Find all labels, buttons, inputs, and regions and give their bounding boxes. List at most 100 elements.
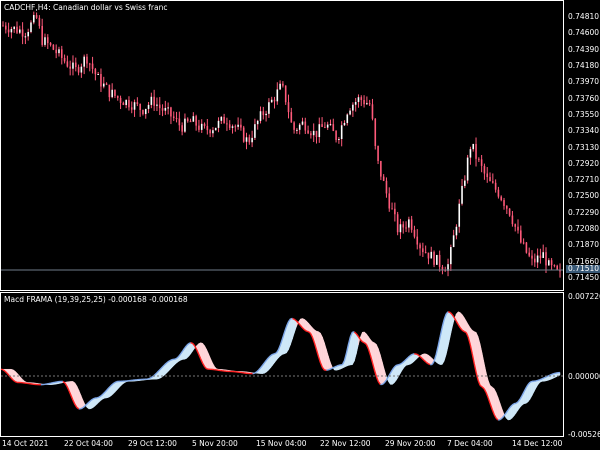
candle-body	[455, 226, 458, 236]
candle-body	[293, 122, 295, 130]
indicator-line-segment	[332, 366, 335, 369]
candle-body	[413, 229, 416, 237]
candle-body	[438, 254, 441, 267]
candle-body	[419, 244, 421, 249]
price-tick-label: 0.73970	[568, 77, 600, 87]
candle-body	[77, 67, 80, 73]
candle-body	[102, 83, 105, 87]
indicator-line-segment	[539, 378, 543, 381]
candle-body	[32, 15, 35, 23]
candle-body	[312, 130, 315, 136]
candle-body	[536, 255, 539, 263]
time-tick-label: 5 Nov 20:00	[192, 439, 238, 448]
candle-body	[304, 121, 307, 131]
candle-body	[189, 121, 192, 123]
candle-body	[422, 248, 424, 253]
candle-body	[556, 265, 559, 270]
indicator-line-segment	[447, 311, 451, 314]
candle-body	[287, 102, 290, 113]
candle-body	[259, 111, 262, 121]
candle-body	[144, 108, 147, 115]
candle-body	[156, 104, 158, 106]
indicator-line-segment	[549, 373, 553, 376]
indicator-fill	[204, 345, 207, 370]
candle-body	[550, 260, 553, 266]
candle-body	[72, 62, 74, 69]
candle-body	[60, 49, 63, 58]
candle-body	[282, 83, 284, 86]
candle-body	[408, 219, 410, 228]
candle-body	[374, 118, 377, 147]
candle-body	[203, 123, 206, 126]
price-tick-label: 0.72290	[568, 207, 600, 217]
candle-body	[416, 236, 419, 245]
terminal-chart-window	[0, 0, 600, 450]
candle-body	[307, 130, 309, 134]
indicator-line-segment	[330, 367, 333, 370]
price-tick-label: 0.72500	[568, 191, 600, 201]
candle-body	[427, 252, 430, 259]
indicator-tick-label: 0.007226	[568, 292, 600, 301]
candle-body	[122, 102, 125, 106]
candle-body	[16, 26, 18, 33]
candle-body	[91, 63, 94, 69]
candle-body	[531, 255, 533, 259]
candle-body	[284, 85, 287, 103]
candle-body	[402, 224, 405, 228]
candle-body	[119, 97, 122, 103]
candle-body	[335, 131, 337, 140]
candle-body	[301, 121, 304, 125]
candle-body	[24, 36, 27, 38]
candle-body	[324, 126, 326, 128]
candle-body	[517, 226, 519, 231]
indicator-line-segment	[543, 376, 547, 379]
candle-body	[326, 124, 329, 128]
price-tick-label: 0.72710	[568, 175, 600, 185]
indicator-line-segment	[427, 363, 431, 366]
candle-body	[178, 118, 181, 126]
candle-body	[125, 99, 127, 106]
candle-body	[332, 124, 335, 132]
indicator-line-segment	[190, 342, 193, 345]
candle-body	[489, 177, 491, 182]
candle-body	[136, 102, 139, 105]
candle-body	[111, 89, 113, 98]
candle-body	[352, 104, 354, 111]
candle-body	[548, 260, 550, 266]
price-tick-label: 0.74600	[568, 28, 600, 38]
indicator-line-segment	[272, 353, 275, 356]
indicator-line-segment	[463, 330, 467, 334]
candle-body	[520, 230, 522, 243]
indicator-line-segment	[174, 357, 177, 360]
candle-body	[391, 208, 393, 210]
candle-body	[290, 112, 293, 123]
candle-body	[44, 37, 46, 45]
time-tick-label: 14 Oct 2021	[2, 439, 49, 448]
candle-body	[338, 139, 340, 141]
candle-body	[511, 215, 514, 225]
candle-body	[522, 242, 525, 244]
candle-body	[492, 181, 494, 183]
candle-body	[69, 66, 71, 69]
indicator-line-segment	[114, 380, 118, 384]
candle-body	[346, 114, 349, 123]
candle-body	[133, 102, 136, 110]
candle-body	[525, 242, 528, 253]
candle-body	[30, 22, 32, 32]
indicator-line-segment	[362, 341, 365, 344]
candle-body	[46, 37, 49, 44]
candle-body	[354, 101, 357, 105]
candle-body	[368, 103, 371, 105]
indicator-fill	[352, 331, 355, 366]
candle-body	[436, 254, 438, 265]
candle-body	[262, 111, 265, 116]
candle-body	[231, 126, 234, 128]
price-tick-label: 0.74810	[568, 12, 600, 21]
candle-body	[21, 29, 24, 37]
price-tick-label: 0.71870	[568, 240, 600, 250]
candle-body	[172, 116, 175, 118]
candle-body	[466, 157, 469, 181]
candle-body	[534, 258, 536, 263]
candle-body	[10, 28, 13, 33]
candle-body	[394, 208, 396, 215]
